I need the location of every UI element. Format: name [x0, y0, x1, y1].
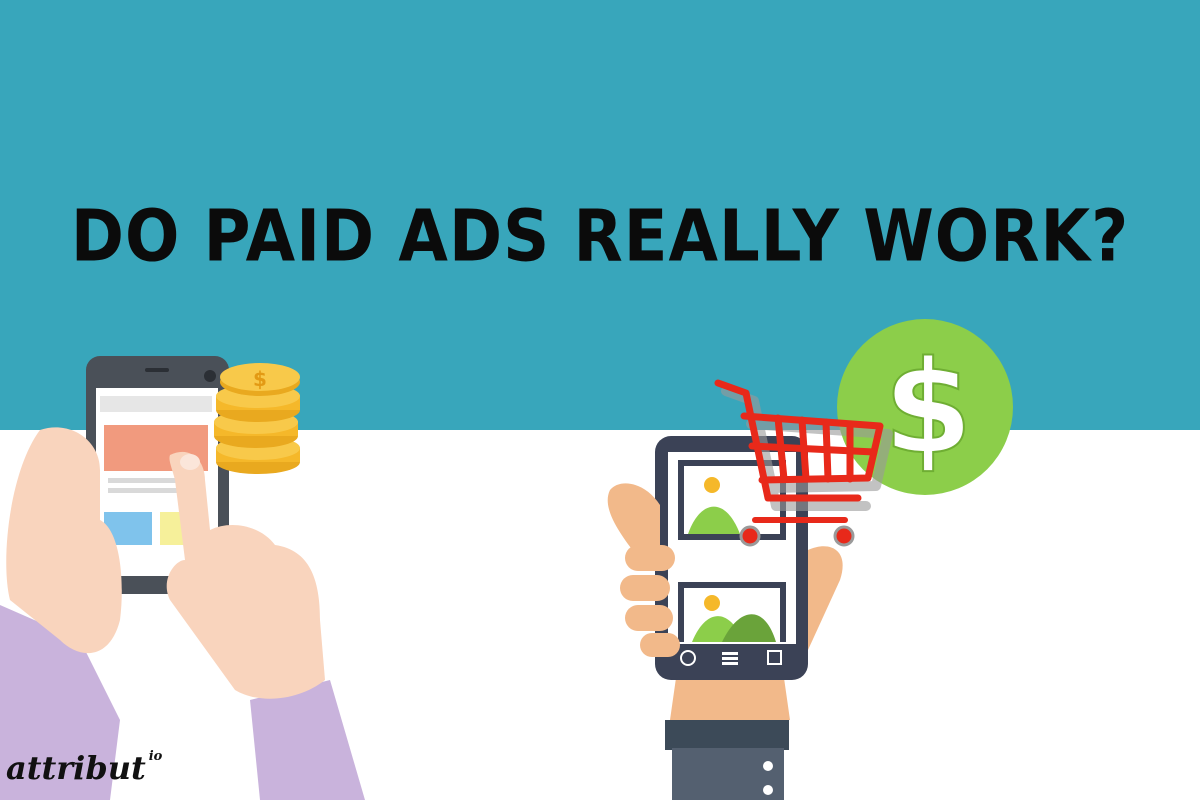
right-illustration: $ [607, 319, 1013, 800]
brand-logo-suffix: io [148, 749, 163, 764]
brand-logo: attribut io [6, 749, 163, 787]
shirt-cuff [665, 720, 789, 750]
brand-logo-name: attribut [6, 749, 146, 787]
svg-text:$: $ [883, 334, 972, 483]
dollar-icon: $ [837, 319, 1013, 495]
ad-banner: DO PAID ADS REALLY WORK? $ $ attribut io [0, 0, 1200, 800]
